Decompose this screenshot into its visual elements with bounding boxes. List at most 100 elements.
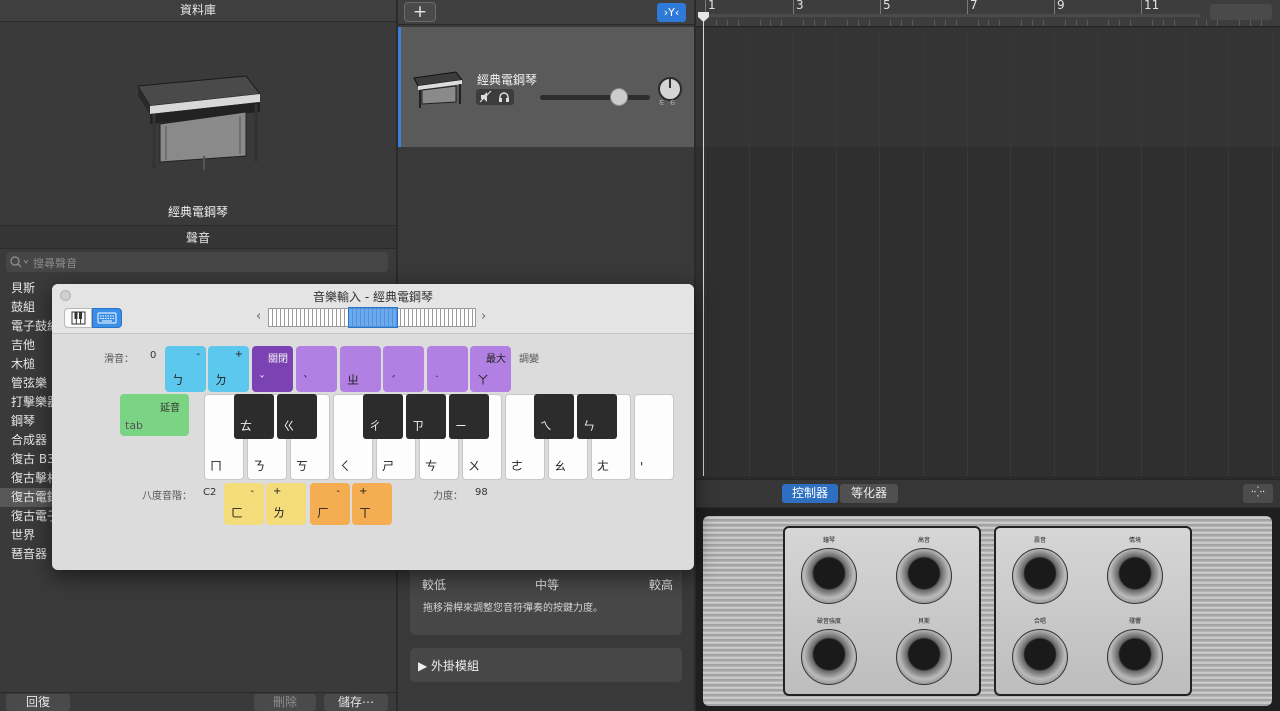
control-knob[interactable] <box>1012 548 1068 604</box>
control-knob[interactable] <box>1012 629 1068 685</box>
category-item[interactable]: 復古電鋼琴 <box>0 488 71 507</box>
ruler-subtick <box>912 20 913 26</box>
key-function-label: - <box>336 486 340 497</box>
category-item[interactable]: 鼓組 <box>0 298 60 317</box>
key-letter-label: ㄌ <box>273 506 286 520</box>
velocity-label: 力度： <box>433 491 463 502</box>
playhead[interactable] <box>703 14 704 476</box>
octave-key[interactable]: + ㄌ <box>266 483 306 525</box>
category-item[interactable]: 琶音器 <box>0 545 60 564</box>
black-piano-key[interactable]: ㄗ <box>406 394 446 439</box>
tab-equalizer[interactable]: 等化器 <box>840 484 898 503</box>
category-item[interactable]: 鋼琴 <box>0 412 60 431</box>
ruler-subtick <box>825 20 826 26</box>
category-item[interactable]: 吉他 <box>0 336 60 355</box>
piano-mode-button[interactable] <box>64 308 92 328</box>
octave-key[interactable]: -ㄈ <box>224 483 264 525</box>
ruler-subtick <box>956 20 957 26</box>
category-item[interactable]: 世界 <box>0 526 60 545</box>
grid-line <box>923 28 924 476</box>
top-row-key[interactable]: + ㄉ <box>208 346 249 392</box>
velocity-value: 98 <box>475 487 488 498</box>
typing-mode-button[interactable] <box>92 308 122 328</box>
ruler-subtick <box>847 20 848 26</box>
control-knob[interactable] <box>801 629 857 685</box>
track-filter-button[interactable]: ›Y‹ <box>657 3 686 22</box>
tab-controls[interactable]: 控制器 <box>782 484 838 503</box>
top-row-key[interactable]: -ㄅ <box>165 346 206 392</box>
save-button[interactable]: 儲存⋯ <box>324 694 388 711</box>
volume-slider[interactable] <box>540 95 650 100</box>
delete-button[interactable]: 刪除 <box>254 694 316 711</box>
control-knob[interactable] <box>801 548 857 604</box>
category-list: 貝斯 鼓組 電子鼓組 吉他 木槌 管弦樂 打擊樂器 鋼琴 合成器 復古 B3 復古擊杆 復古電鋼琴 復古… <box>0 279 71 564</box>
ruler-subtick <box>1043 20 1044 26</box>
track-name[interactable]: 經典電鋼琴 <box>477 71 537 88</box>
black-piano-key[interactable]: ㄍ <box>277 394 317 439</box>
sustain-key[interactable]: 延音 tab <box>120 394 189 436</box>
bar-number: 3 <box>796 0 804 12</box>
control-knob[interactable] <box>1107 629 1163 685</box>
control-knob[interactable] <box>1107 548 1163 604</box>
top-row-key[interactable]: ˙ <box>427 346 468 392</box>
headphones-icon[interactable] <box>497 90 511 104</box>
category-item[interactable]: 管弦樂 <box>0 374 60 393</box>
black-piano-key[interactable]: ㄔ <box>363 394 403 439</box>
top-row-key[interactable]: 最大ㄚ <box>470 346 511 392</box>
black-piano-key[interactable]: ㄧ <box>449 394 489 439</box>
key-letter-label: ㄊ <box>240 419 253 433</box>
key-letter-label: ㄠ <box>554 459 567 473</box>
key-function-label: 關閉 <box>268 354 288 365</box>
sensitivity-mid-label: 中等 <box>535 578 560 592</box>
search-icon[interactable] <box>9 255 31 269</box>
zoom-slider[interactable] <box>1210 4 1272 20</box>
key-function-label: - <box>196 349 200 360</box>
keyboard-range-highlight[interactable] <box>348 307 398 328</box>
mute-icon[interactable] <box>479 90 493 104</box>
ruler-subtick <box>988 20 989 26</box>
control-knob[interactable] <box>896 629 952 685</box>
octave-range-next[interactable]: › <box>481 309 486 324</box>
ruler-subtick <box>869 20 870 26</box>
black-piano-key[interactable]: ㄟ <box>534 394 574 439</box>
category-item[interactable]: 木槌 <box>0 355 60 374</box>
cycle-region-bar[interactable] <box>700 14 1200 17</box>
ruler-subtick <box>1163 20 1164 26</box>
plugins-disclosure[interactable]: ▶ 外掛模組 <box>418 657 479 674</box>
category-item[interactable]: 電子鼓組 <box>0 317 60 336</box>
category-item[interactable]: 合成器 <box>0 431 60 450</box>
ruler-subtick <box>760 20 761 26</box>
grid-line <box>1097 28 1098 476</box>
top-row-key[interactable]: ˋ <box>296 346 337 392</box>
octave-range-prev[interactable]: ‹ <box>256 309 261 324</box>
smart-controls-options-icon[interactable]: ·⁛· <box>1243 484 1273 503</box>
ruler-subtick <box>1239 20 1240 26</box>
track-lane[interactable] <box>696 28 1280 147</box>
control-knob[interactable] <box>896 548 952 604</box>
category-item[interactable]: 復古 B3 <box>0 450 60 469</box>
knob-label: 殘響 <box>1128 618 1141 625</box>
track-instrument-icon <box>413 71 463 108</box>
key-function-label: + <box>234 349 243 360</box>
octave-key[interactable]: + ㄒ <box>352 483 392 525</box>
restore-button[interactable]: 回復 <box>6 694 70 711</box>
category-item[interactable]: 復古擊杆 <box>0 469 60 488</box>
knob-label: 貝斯 <box>917 618 930 625</box>
pan-labels: 左右 <box>659 100 682 106</box>
top-row-key[interactable]: 關閉 ˇ <box>252 346 293 392</box>
add-track-button[interactable]: + <box>404 2 436 22</box>
top-row-key[interactable]: ㄓ <box>340 346 381 392</box>
category-item[interactable]: 復古電子 <box>0 507 60 526</box>
octave-key[interactable]: -ㄏ <box>310 483 350 525</box>
bar-number: 5 <box>883 0 891 12</box>
knob-label: 鐘琴 <box>822 537 835 544</box>
category-item[interactable]: 貝斯 <box>0 279 60 298</box>
playhead-handle-icon[interactable] <box>698 12 709 23</box>
black-piano-key[interactable]: ㄊ <box>234 394 274 439</box>
white-piano-key[interactable]: ' <box>634 394 674 480</box>
top-row-key[interactable]: ˊ <box>383 346 424 392</box>
bar-number: 7 <box>970 0 978 12</box>
key-letter-label: ˇ <box>259 374 265 388</box>
black-piano-key[interactable]: ㄣ <box>577 394 617 439</box>
category-item[interactable]: 打擊樂器 <box>0 393 60 412</box>
